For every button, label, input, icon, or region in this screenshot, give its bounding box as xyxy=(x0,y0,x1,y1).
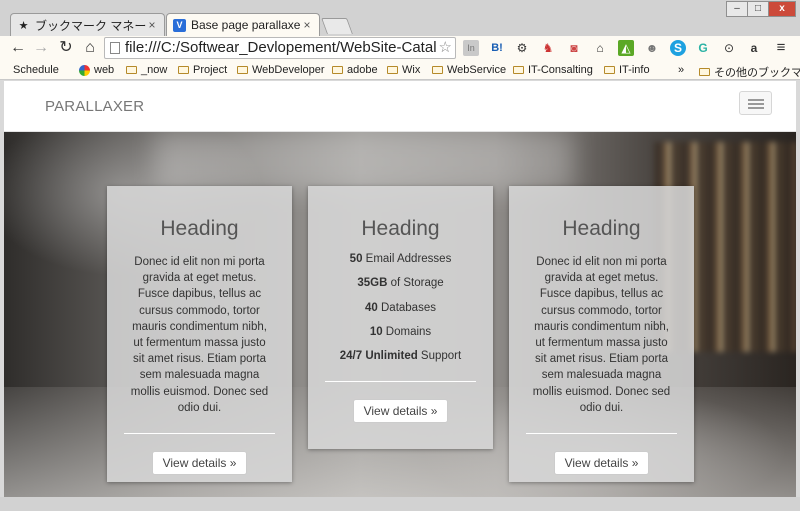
menu-icon[interactable]: ≡ xyxy=(773,40,789,56)
teal-extension-icon[interactable]: G xyxy=(695,40,711,56)
back-arrow-icon[interactable]: ← xyxy=(8,38,28,58)
folder-icon xyxy=(432,66,443,74)
address-text: file:///C:/Softwear_Devlopement/WebSite-… xyxy=(125,39,445,56)
window-bottom-border xyxy=(0,497,800,511)
background-glow xyxy=(154,132,574,192)
feature-card-1: Heading Donec id elit non mi porta gravi… xyxy=(107,186,292,482)
home-icon[interactable]: ⌂ xyxy=(80,38,100,58)
close-icon[interactable]: × xyxy=(301,18,313,32)
bookmark-label: Schedule xyxy=(13,64,59,76)
page-icon xyxy=(110,42,120,54)
star-icon: ★ xyxy=(18,19,29,32)
browser-toolbar: ← → ↻ ⌂ file:///C:/Softwear_Devlopement/… xyxy=(0,36,800,61)
bookmark-wix[interactable]: Wix xyxy=(387,64,420,76)
folder-icon xyxy=(699,68,710,76)
tab-base-page-parallaxer[interactable]: V Base page parallaxer × xyxy=(166,13,320,36)
maximize-button[interactable]: □ xyxy=(747,1,769,17)
window-close-button[interactable]: x xyxy=(768,1,796,17)
other-bookmarks[interactable]: その他のブックマーク xyxy=(699,64,800,80)
pricing-card: Heading 50 Email Addresses 35GB of Stora… xyxy=(308,186,493,449)
tab-title: ブックマーク マネージャ xyxy=(35,18,146,33)
site-navbar: PARALLAXER xyxy=(4,81,796,132)
minimize-button[interactable]: – xyxy=(726,1,748,17)
bookmark-star-icon[interactable]: ☆ xyxy=(436,38,452,58)
navbar-toggle-button[interactable] xyxy=(739,91,772,115)
new-tab-button[interactable] xyxy=(321,18,353,34)
bookmarks-bar: Schedule web _now Project WebDeveloper a… xyxy=(0,61,800,80)
feature-item: 50 Email Addresses xyxy=(349,253,452,265)
card-heading: Heading xyxy=(562,217,641,240)
tab-bookmark-manager[interactable]: ★ ブックマーク マネージャ × xyxy=(10,13,165,36)
extension-icon[interactable]: ♞ xyxy=(540,40,556,56)
folder-icon xyxy=(126,66,137,74)
view-details-button[interactable]: View details » xyxy=(553,451,650,476)
hatena-bookmark-icon[interactable]: B! xyxy=(489,40,505,56)
bookmark-it-consalting[interactable]: IT-Consalting xyxy=(513,64,593,76)
face-extension-icon[interactable]: ☻ xyxy=(644,40,660,56)
chrome-icon xyxy=(79,64,90,76)
pocket-icon[interactable]: ◙ xyxy=(566,40,582,56)
page-viewport: PARALLAXER Heading Donec id elit non mi … xyxy=(4,81,796,497)
bookmark-webdeveloper[interactable]: WebDeveloper xyxy=(237,64,325,76)
extension-in-icon[interactable]: In xyxy=(463,40,479,56)
skype-icon[interactable]: S xyxy=(670,40,686,56)
green-extension-icon[interactable]: ◭ xyxy=(618,40,634,56)
card-divider xyxy=(325,381,476,383)
bookmark-project[interactable]: Project xyxy=(178,64,227,76)
hamburger-bar xyxy=(748,103,764,105)
card-body: Donec id elit non mi porta gravida at eg… xyxy=(130,256,269,414)
bookmark-adobe[interactable]: adobe xyxy=(332,64,378,76)
amazon-icon[interactable]: a xyxy=(746,40,762,56)
folder-icon xyxy=(604,66,615,74)
feature-item: 40 Databases xyxy=(365,301,436,314)
folder-icon xyxy=(178,66,189,74)
bookmark-it-info[interactable]: IT-info xyxy=(604,64,650,76)
bookmark-webservice[interactable]: WebService xyxy=(432,64,506,76)
feature-item: 35GB of Storage xyxy=(357,277,444,290)
card-divider xyxy=(124,433,275,435)
bookmarks-overflow-chevron[interactable]: » xyxy=(678,64,684,76)
gear-icon[interactable]: ⚙ xyxy=(514,40,530,56)
card-heading: Heading xyxy=(361,217,440,240)
cast-icon[interactable]: ⌂ xyxy=(592,40,608,56)
bookmark-label: IT-info xyxy=(619,64,650,76)
site-brand[interactable]: PARALLAXER xyxy=(45,98,144,115)
hamburger-bar xyxy=(748,107,764,109)
close-icon[interactable]: × xyxy=(146,18,158,32)
reload-icon[interactable]: ↻ xyxy=(56,38,76,58)
folder-icon xyxy=(387,66,398,74)
feature-card-3: Heading Donec id elit non mi porta gravi… xyxy=(509,186,694,482)
view-details-button[interactable]: View details » xyxy=(151,451,248,476)
bookmark-web[interactable]: web xyxy=(79,64,114,76)
card-heading: Heading xyxy=(160,217,239,240)
bookmark-schedule[interactable]: Schedule xyxy=(10,64,59,76)
bookmark-label: IT-Consalting xyxy=(528,64,593,76)
address-bar[interactable]: file:///C:/Softwear_Devlopement/WebSite-… xyxy=(104,37,456,59)
hamburger-bar xyxy=(748,99,764,101)
folder-icon xyxy=(332,66,343,74)
card-divider xyxy=(526,433,677,435)
bookmark-label: web xyxy=(94,64,115,76)
parallax-hero: Heading Donec id elit non mi porta gravi… xyxy=(4,132,796,497)
bookmark-label: WebService xyxy=(447,64,507,76)
bookmark-label: _now xyxy=(141,64,168,76)
feature-item: 24/7 Unlimited Support xyxy=(339,350,462,363)
folder-icon xyxy=(237,66,248,74)
circle-extension-icon[interactable]: ⊙ xyxy=(721,40,737,56)
v-logo-icon: V xyxy=(173,18,186,32)
bookmark-label: adobe xyxy=(347,64,378,76)
browser-titlebar: ★ ブックマーク マネージャ × V Base page parallaxer … xyxy=(0,0,800,36)
bookmark-label: WebDeveloper xyxy=(252,64,325,76)
feature-item: 10 Domains xyxy=(369,325,432,338)
forward-arrow-icon[interactable]: → xyxy=(31,38,51,58)
card-body: Donec id elit non mi porta gravida at eg… xyxy=(532,256,671,414)
bookmark-label: その他のブックマーク xyxy=(714,67,800,79)
bookmark-label: Wix xyxy=(402,64,421,76)
folder-icon xyxy=(513,66,524,74)
view-details-button[interactable]: View details » xyxy=(352,399,449,424)
tab-title: Base page parallaxer xyxy=(191,18,301,32)
bookmark-now[interactable]: _now xyxy=(126,64,167,76)
bookmark-label: Project xyxy=(193,64,228,76)
